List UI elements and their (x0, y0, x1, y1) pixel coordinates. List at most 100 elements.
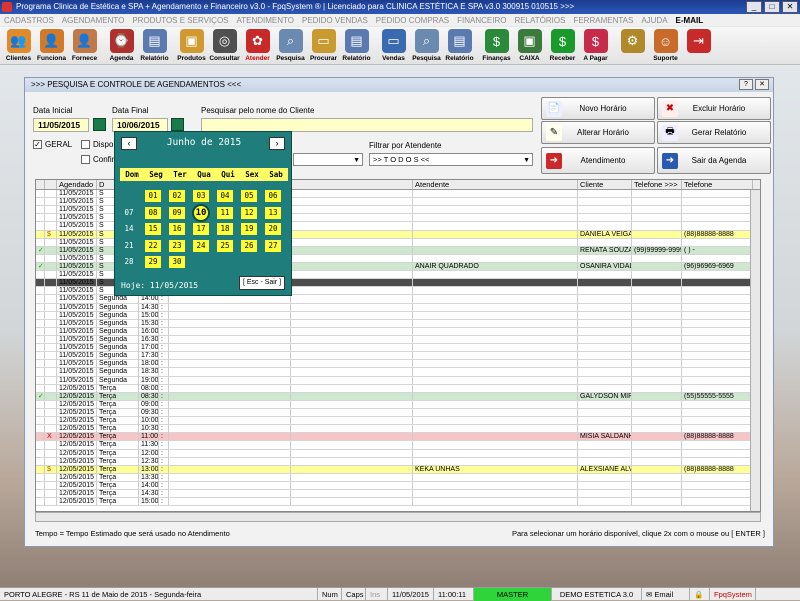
table-row[interactable]: 12/05/2015 Terça 12:30: (36, 457, 760, 466)
calendar-icon[interactable] (93, 118, 106, 131)
dispon-checkbox[interactable]: Dispon (81, 140, 118, 149)
alterar-horario-button[interactable]: ✎ Alterar Horário (541, 121, 655, 144)
table-row[interactable]: 12/05/2015 Terça 08:00: (36, 384, 760, 393)
calendar-day[interactable]: 30 (169, 256, 185, 268)
column-header[interactable] (291, 180, 413, 189)
toolbar-button[interactable]: ⌕ Pesquisa (274, 27, 307, 65)
table-row[interactable]: 11/05/2015 Segunda 18:30: (36, 368, 760, 377)
toolbar-button[interactable]: ⌚ Agenda (105, 27, 138, 65)
calendar-day[interactable]: 24 (193, 239, 209, 252)
menu-item[interactable]: PEDIDO VENDAS (298, 16, 372, 25)
table-row[interactable]: 12/05/2015 Terça 14:00: (36, 481, 760, 491)
date-picker-popup[interactable]: ‹ Junho de 2015 › Dom Seg Ter Qua Qui Sex Sab … (114, 131, 292, 296)
table-row[interactable]: 11/05/2015 Segunda 18:00: (36, 360, 760, 369)
filter-combo[interactable]: ▼ (293, 153, 363, 166)
calendar-day[interactable]: 11 (217, 206, 233, 219)
sair-agenda-button[interactable]: ➜ Sair da Agenda (657, 147, 771, 174)
column-header[interactable]: Agendado (57, 180, 97, 189)
table-row[interactable]: 12/05/2015 Terça 10:00: (36, 417, 760, 426)
toolbar-button[interactable]: ▤ Relatório (443, 27, 476, 65)
table-row[interactable]: $12/05/2015 Terça 13:00: KEKA UNHAS ALEXSIAN… (36, 465, 760, 474)
table-row[interactable]: 11/05/2015 Segunda 15:00: (36, 311, 760, 320)
table-row[interactable]: 11/05/2015 Segunda 15:30: (36, 319, 760, 328)
calendar-day[interactable]: 27 (265, 239, 281, 252)
menu-item[interactable]: AJUDA (637, 16, 671, 25)
calendar-day[interactable]: 02 (169, 190, 185, 202)
table-row[interactable]: X12/05/2015Terça11:00: MISIA SALDANHA (88)… (36, 433, 760, 442)
column-header[interactable]: Cliente (578, 180, 632, 189)
table-row[interactable]: 12/05/2015 Terça 12:00: (36, 449, 760, 458)
toolbar-button[interactable]: ⚙ (616, 27, 649, 65)
calendar-day[interactable]: 10 (192, 203, 210, 222)
toolbar-button[interactable]: ▣ Produtos (175, 27, 208, 65)
table-row[interactable]: 11/05/2015 Segunda 17:00: (36, 344, 760, 353)
table-row[interactable]: 11/05/2015 Segunda 16:30: (36, 335, 760, 345)
calendar-day[interactable]: 13 (265, 206, 281, 219)
calendar-day[interactable]: 29 (145, 256, 161, 268)
calendar-day[interactable]: 19 (241, 223, 257, 235)
vertical-scrollbar[interactable] (750, 190, 760, 511)
calendar-day[interactable]: 12 (241, 206, 257, 219)
column-header[interactable] (45, 180, 57, 189)
calendar-day[interactable]: 25 (217, 239, 233, 252)
toolbar-button[interactable]: ⌕ Pesquisa (410, 27, 443, 65)
data-final-input[interactable]: 10/06/2015 (112, 118, 168, 132)
table-row[interactable]: ✓ 12/05/2015Terça08:30: GALYDSON MIRANDA (5… (36, 392, 760, 401)
toolbar-button[interactable]: ✿ Atender (241, 27, 274, 65)
toolbar-button[interactable]: 👤 Fornece (68, 27, 101, 65)
table-row[interactable]: 12/05/2015 Terça 14:30: (36, 490, 760, 499)
minimize-button[interactable]: _ (746, 1, 762, 13)
menu-item[interactable]: ATENDIMENTO (233, 16, 298, 25)
table-row[interactable]: 12/05/2015 Terça 09:30: (36, 408, 760, 418)
calendar-day[interactable]: 20 (265, 223, 281, 235)
menu-item[interactable]: PEDIDO COMPRAS (372, 16, 453, 25)
toolbar-button[interactable]: ☺ Suporte (649, 27, 682, 65)
toolbar-button[interactable]: ▤ Relatório (340, 27, 373, 65)
calendar-day[interactable]: 09 (169, 206, 185, 219)
gerar-relatorio-button[interactable]: 🖶 Gerar Relatório (657, 121, 771, 144)
calendar-day[interactable]: 23 (169, 239, 185, 252)
calendar-day[interactable]: 05 (241, 190, 257, 202)
menu-item[interactable]: E-MAIL (672, 16, 708, 25)
calendar-icon[interactable] (171, 118, 184, 131)
calendar-day[interactable]: 21 (121, 240, 137, 252)
toolbar-button[interactable]: ▭ Procurar (307, 27, 340, 65)
toolbar-button[interactable]: $ Receber (546, 27, 579, 65)
calendar-day[interactable]: 04 (217, 190, 233, 202)
column-header[interactable] (36, 180, 45, 189)
calendar-day[interactable]: 06 (265, 190, 281, 202)
menu-item[interactable]: PRODUTOS E SERVIÇOS (128, 16, 232, 25)
calendar-day[interactable]: 26 (241, 239, 257, 252)
menu-item[interactable]: FINANCEIRO (453, 16, 510, 25)
geral-checkbox[interactable]: ✓ GERAL (33, 140, 72, 149)
table-row[interactable]: 12/05/2015 Terça 09:00: (36, 400, 760, 409)
calendar-day[interactable]: 03 (193, 190, 209, 202)
atendimento-button[interactable]: ➜ Atendimento (541, 147, 655, 174)
table-row[interactable]: 11/05/2015 Segunda 19:00: (36, 376, 760, 385)
calendar-day[interactable]: 15 (145, 223, 161, 235)
toolbar-button[interactable]: ▭ Vendas (377, 27, 410, 65)
table-row[interactable]: 11/05/2015 Segunda 17:30: (36, 352, 760, 361)
novo-horario-button[interactable]: 📄 Novo Horário (541, 97, 655, 120)
toolbar-button[interactable]: $ Finanças (480, 27, 513, 65)
table-row[interactable]: 11/05/2015 Segunda 14:00: (36, 295, 760, 304)
calendar-day[interactable]: 14 (121, 223, 137, 235)
toolbar-button[interactable]: ⇥ (682, 27, 715, 65)
table-row[interactable]: 11/05/2015 Segunda 16:00: (36, 327, 760, 336)
column-header[interactable]: Atendente (413, 180, 578, 189)
toolbar-button[interactable]: ◎ Consultar (208, 27, 241, 65)
data-inicial-input[interactable]: 11/05/2015 (33, 118, 89, 132)
panel-close-button[interactable]: ✕ (755, 79, 769, 90)
column-header[interactable]: Telefone (682, 180, 753, 189)
column-header[interactable]: Telefone >>> (632, 180, 682, 189)
table-row[interactable]: 12/05/2015 Terça 11:30: (36, 441, 760, 450)
calendar-day[interactable]: 16 (169, 223, 185, 235)
calendar-day[interactable]: 22 (145, 239, 161, 252)
toolbar-button[interactable]: $ A Pagar (579, 27, 612, 65)
menu-item[interactable]: AGENDAMENTO (58, 16, 129, 25)
status-email[interactable]: ✉ Email (642, 587, 690, 601)
maximize-button[interactable]: □ (764, 1, 780, 13)
toolbar-button[interactable]: 👥 Clientes (2, 27, 35, 65)
toolbar-button[interactable]: ▤ Relatório (138, 27, 171, 65)
calendar-day[interactable]: 07 (121, 207, 137, 219)
